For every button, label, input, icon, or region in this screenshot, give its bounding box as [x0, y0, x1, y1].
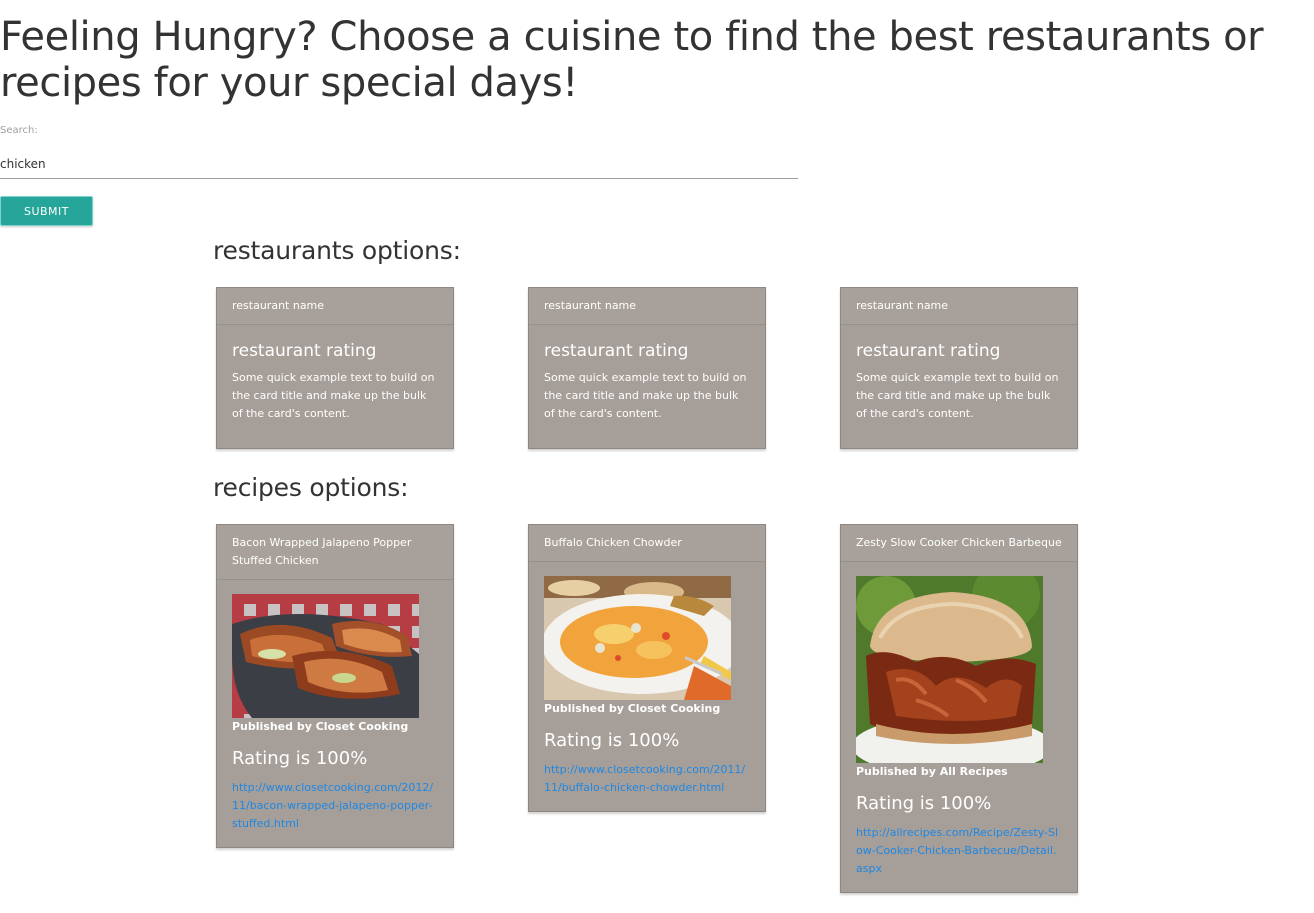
recipes-heading: recipes options:	[213, 473, 409, 502]
restaurant-card: restaurant name restaurant rating Some q…	[528, 287, 766, 449]
restaurant-description: Some quick example text to build on the …	[544, 371, 747, 420]
recipe-title: Buffalo Chicken Chowder	[529, 525, 765, 562]
buffalo-chicken-chowder-photo	[544, 576, 731, 700]
submit-button[interactable]: Submit	[0, 196, 93, 226]
page-title: Feeling Hungry? Choose a cuisine to find…	[0, 14, 1264, 106]
recipe-rating: Rating is 100%	[232, 748, 368, 769]
recipe-card: Zesty Slow Cooker Chicken Barbeque Publi…	[840, 524, 1078, 893]
bacon-wrapped-chicken-photo	[232, 594, 419, 718]
bbq-chicken-sandwich-photo	[856, 576, 1043, 763]
recipe-title: Bacon Wrapped Jalapeno Popper Stuffed Ch…	[217, 525, 453, 580]
recipe-rating: Rating is 100%	[856, 793, 992, 814]
recipe-publisher: Published by Closet Cooking	[544, 702, 721, 715]
restaurant-card: restaurant name restaurant rating Some q…	[840, 287, 1078, 449]
search-input[interactable]	[0, 150, 798, 179]
restaurant-description: Some quick example text to build on the …	[856, 371, 1059, 420]
recipe-card: Bacon Wrapped Jalapeno Popper Stuffed Ch…	[216, 524, 454, 848]
recipe-publisher: Published by Closet Cooking	[232, 720, 409, 733]
recipe-publisher: Published by All Recipes	[856, 765, 1008, 778]
recipe-title: Zesty Slow Cooker Chicken Barbeque	[841, 525, 1077, 562]
recipe-link[interactable]: http://www.closetcooking.com/2012/11/bac…	[232, 779, 438, 833]
recipe-link[interactable]: http://www.closetcooking.com/2011/11/buf…	[544, 761, 750, 797]
restaurant-description: Some quick example text to build on the …	[232, 371, 435, 420]
restaurant-rating: restaurant rating	[856, 341, 1001, 361]
restaurant-card: restaurant name restaurant rating Some q…	[216, 287, 454, 449]
restaurant-name: restaurant name	[217, 288, 453, 325]
restaurant-rating: restaurant rating	[232, 341, 377, 361]
search-label: Search:	[0, 125, 38, 136]
recipe-link[interactable]: http://allrecipes.com/Recipe/Zesty-Slow-…	[856, 824, 1062, 878]
restaurant-rating: restaurant rating	[544, 341, 689, 361]
recipe-rating: Rating is 100%	[544, 730, 680, 751]
restaurants-heading: restaurants options:	[213, 236, 461, 265]
restaurant-name: restaurant name	[841, 288, 1077, 325]
recipe-card: Buffalo Chicken Chowder Published by Clo…	[528, 524, 766, 812]
restaurant-name: restaurant name	[529, 288, 765, 325]
